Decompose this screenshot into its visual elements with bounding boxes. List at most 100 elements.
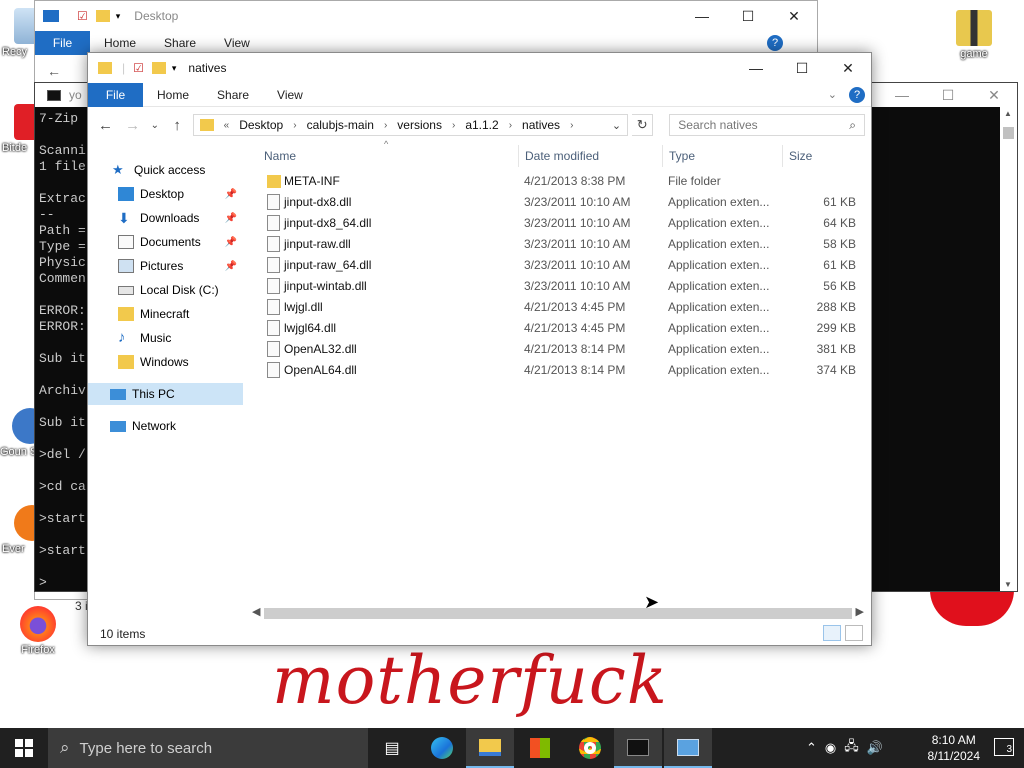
breadcrumb-desktop[interactable]: Desktop (239, 118, 283, 132)
tab-home[interactable]: Home (143, 88, 203, 102)
scroll-up-icon[interactable]: ▲ (1004, 109, 1012, 118)
file-row[interactable]: jinput-raw_64.dll 3/23/2011 10:10 AM Appli… (244, 255, 862, 276)
nav-item-minecraft[interactable]: Minecraft (88, 303, 243, 325)
tab-view[interactable]: View (210, 36, 264, 50)
file-row[interactable]: jinput-dx8.dll 3/23/2011 10:10 AM Applicat… (244, 192, 862, 213)
nav-item-local-disk[interactable]: Local Disk (C:) (88, 279, 243, 301)
expand-ribbon-icon[interactable]: ⌄ (828, 88, 837, 101)
chevron-right-icon[interactable]: › (570, 120, 573, 131)
start-button[interactable] (0, 728, 48, 768)
taskbar-control-panel[interactable] (664, 728, 712, 768)
nav-item-documents[interactable]: Documents 📌 (88, 231, 243, 253)
title-bar[interactable]: | ☑ ▾ natives — ☐ ✕ (88, 53, 871, 83)
file-row[interactable]: OpenAL64.dll 4/21/2013 8:14 PM Application… (244, 360, 862, 381)
pin-icon[interactable]: 📌 (225, 261, 237, 272)
file-row[interactable]: OpenAL32.dll 4/21/2013 8:14 PM Application… (244, 339, 862, 360)
tab-share[interactable]: Share (203, 88, 263, 102)
file-row[interactable]: lwjgl64.dll 4/21/2013 4:45 PM Application … (244, 318, 862, 339)
file-row[interactable]: META-INF 4/21/2013 8:38 PM File folder (244, 171, 862, 192)
nav-item-network[interactable]: Network (88, 415, 243, 437)
network-icon[interactable]: 🖧 (844, 737, 859, 759)
console-maximize-button[interactable]: ☐ (925, 83, 971, 107)
scroll-left-icon[interactable]: ◀ (252, 605, 260, 618)
minimize-button[interactable]: — (733, 53, 779, 83)
recent-locations-button[interactable]: ⌄ (148, 113, 161, 137)
address-bar[interactable]: « Desktop › calubjs-main › versions › a1… (192, 114, 629, 136)
chevron-right-icon[interactable]: › (509, 120, 512, 131)
maximize-button[interactable]: ☐ (779, 53, 825, 83)
address-overflow[interactable]: « (224, 120, 230, 131)
properties-icon[interactable]: ☑ (133, 61, 144, 75)
back-button[interactable]: ← (94, 113, 117, 137)
webcam-icon[interactable]: ◉ (825, 740, 836, 756)
column-header-size[interactable]: Size (789, 141, 849, 171)
tab-share[interactable]: Share (150, 36, 210, 50)
column-header-date[interactable]: Date modified (525, 141, 665, 171)
minimize-button[interactable]: — (679, 1, 725, 31)
nav-item-pictures[interactable]: Pictures 📌 (88, 255, 243, 277)
clock[interactable]: 8:10 AM 8/11/2024 (928, 732, 981, 764)
console-close-button[interactable]: ✕ (971, 83, 1017, 107)
desktop-icon-firefox[interactable]: Firefox (8, 606, 68, 656)
chevron-right-icon[interactable]: › (452, 120, 455, 131)
taskbar-search-input[interactable]: ⌕ Type here to search (48, 728, 368, 768)
details-view-button[interactable] (823, 625, 841, 641)
chevron-right-icon[interactable]: › (293, 120, 296, 131)
address-dropdown-icon[interactable]: ⌄ (612, 119, 621, 132)
title-bar[interactable]: ☑ ▾ Desktop — ☐ ✕ (35, 1, 817, 31)
pin-icon[interactable]: 📌 (225, 237, 237, 248)
new-folder-icon[interactable] (151, 62, 166, 74)
file-row[interactable]: jinput-dx8_64.dll 3/23/2011 10:10 AM Appli… (244, 213, 862, 234)
dropdown-icon[interactable]: ▾ (116, 11, 121, 22)
task-view-button[interactable]: ▤ (368, 728, 416, 768)
column-divider[interactable] (662, 145, 663, 167)
nav-item-music[interactable]: ♪ Music (88, 327, 243, 349)
refresh-button[interactable]: ↻ (632, 114, 654, 136)
file-row[interactable]: lwjgl.dll 4/21/2013 4:45 PM Application ex… (244, 297, 862, 318)
breadcrumb-calubjs-main[interactable]: calubjs-main (307, 118, 374, 132)
help-icon[interactable]: ? (849, 86, 865, 103)
volume-icon[interactable]: 🔊 (867, 740, 883, 756)
scroll-thumb[interactable] (1003, 127, 1014, 139)
close-button[interactable]: ✕ (825, 53, 871, 83)
nav-item-desktop[interactable]: Desktop 📌 (88, 183, 243, 205)
pin-icon[interactable]: 📌 (225, 189, 237, 200)
tab-file[interactable]: File (88, 82, 143, 107)
explorer-window[interactable]: | ☑ ▾ natives — ☐ ✕ File Home Share View… (87, 52, 872, 646)
console-scrollbar[interactable]: ▲ ▼ (1000, 107, 1017, 591)
taskbar-edge[interactable] (418, 728, 466, 768)
scroll-right-icon[interactable]: ▶ (856, 605, 864, 618)
file-row[interactable]: jinput-raw.dll 3/23/2011 10:10 AM Applicat… (244, 234, 862, 255)
forward-button[interactable]: → (121, 113, 144, 137)
nav-item-downloads[interactable]: ⬇ Downloads 📌 (88, 207, 243, 229)
large-icons-view-button[interactable] (845, 625, 863, 641)
taskbar-file-explorer[interactable] (466, 728, 514, 768)
desktop-icon-game[interactable]: game (944, 10, 1004, 60)
column-header-type[interactable]: Type (669, 141, 779, 171)
column-divider[interactable] (782, 145, 783, 167)
chevron-right-icon[interactable]: › (384, 120, 387, 131)
nav-item-windows[interactable]: Windows (88, 351, 243, 373)
nav-item-quick-access[interactable]: ★ Quick access (88, 159, 243, 181)
nav-item-this-pc[interactable]: This PC (88, 383, 243, 405)
search-input[interactable]: Search natives ⌕ (669, 114, 866, 136)
close-button[interactable]: ✕ (771, 1, 817, 31)
back-arrow-icon[interactable]: ← (47, 63, 61, 79)
column-header-name[interactable]: Name (264, 141, 514, 171)
taskbar-store[interactable] (516, 728, 564, 768)
maximize-button[interactable]: ☐ (725, 1, 771, 31)
breadcrumb-a1-1-2[interactable]: a1.1.2 (465, 118, 498, 132)
tab-view[interactable]: View (263, 88, 317, 102)
horizontal-scrollbar[interactable]: ◀ ▶ (248, 605, 868, 622)
help-icon[interactable]: ? (767, 35, 783, 51)
chevron-up-icon[interactable]: ⌃ (806, 740, 817, 756)
tab-home[interactable]: Home (90, 36, 150, 50)
column-divider[interactable] (518, 145, 519, 167)
customize-toolbar-icon[interactable]: ▾ (172, 63, 177, 74)
scroll-thumb[interactable] (264, 608, 852, 619)
tab-file[interactable]: File (35, 31, 90, 55)
pin-icon[interactable]: 📌 (225, 213, 237, 224)
breadcrumb-natives[interactable]: natives (522, 118, 560, 132)
up-button[interactable]: ↑ (166, 113, 189, 137)
file-row[interactable]: jinput-wintab.dll 3/23/2011 10:10 AM Appli… (244, 276, 862, 297)
